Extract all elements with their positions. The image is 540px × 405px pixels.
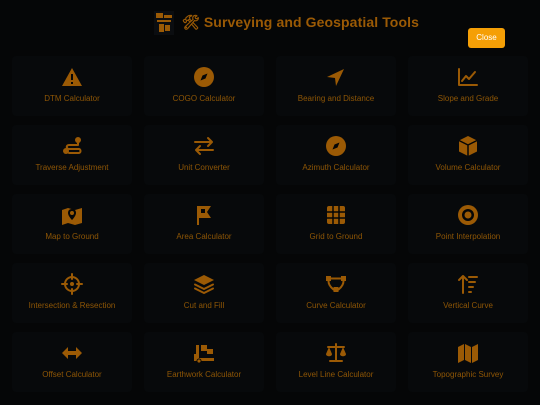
tool-card-traverse-adjustment[interactable]: Traverse Adjustment <box>12 125 132 185</box>
layers-icon <box>194 275 214 294</box>
tool-card-offset-calculator[interactable]: Offset Calculator <box>12 332 132 392</box>
flag-area-icon <box>197 206 211 225</box>
tool-card-bearing-and-distance[interactable]: Bearing and Distance <box>276 56 396 116</box>
page-title: 🛠 Surveying and Geospatial Tools <box>182 14 419 30</box>
tool-label: DTM Calculator <box>44 94 100 103</box>
tool-card-cut-and-fill[interactable]: Cut and Fill <box>144 263 264 323</box>
tool-label: Slope and Grade <box>437 94 499 103</box>
header: 🛠 Surveying and Geospatial Tools Close <box>0 0 540 52</box>
cube-icon <box>458 136 478 156</box>
tool-card-topographic-survey[interactable]: Topographic Survey <box>408 332 528 392</box>
map-icon <box>458 344 478 363</box>
tool-card-curve-calculator[interactable]: Curve Calculator <box>276 263 396 323</box>
tool-card-map-to-ground[interactable]: Map to Ground <box>12 194 132 254</box>
tools-grid: DTM Calculator COGO Calculator Bearing a… <box>10 56 534 405</box>
tool-label: Azimuth Calculator <box>302 163 370 172</box>
tool-label: Earthwork Calculator <box>166 370 242 379</box>
truck-loading-icon <box>194 345 214 364</box>
close-button[interactable]: Close <box>468 28 505 48</box>
compass-icon <box>194 67 214 87</box>
target-dot-icon <box>458 205 478 225</box>
tool-label: Map to Ground <box>45 232 99 241</box>
tool-label: Grid to Ground <box>309 232 363 241</box>
tool-card-azimuth-calculator[interactable]: Azimuth Calculator <box>276 125 396 185</box>
tool-label: Vertical Curve <box>443 301 493 310</box>
tool-card-intersection-resection[interactable]: Intersection & Resection <box>12 263 132 323</box>
tool-card-unit-converter[interactable]: Unit Converter <box>144 125 264 185</box>
tool-label: Volume Calculator <box>435 163 501 172</box>
tool-card-cogo-calculator[interactable]: COGO Calculator <box>144 56 264 116</box>
exchange-arrows-icon <box>194 137 214 155</box>
balance-scale-icon <box>326 343 346 362</box>
tool-label: Offset Calculator <box>42 370 102 379</box>
sort-arrows-icon <box>458 275 478 294</box>
tools-page: 🛠 Surveying and Geospatial Tools Close D… <box>0 0 540 405</box>
tool-label: Bearing and Distance <box>297 94 375 103</box>
tool-label: COGO Calculator <box>172 94 236 103</box>
tool-card-area-calculator[interactable]: Area Calculator <box>144 194 264 254</box>
tool-card-slope-and-grade[interactable]: Slope and Grade <box>408 56 528 116</box>
tool-label: Traverse Adjustment <box>35 163 109 172</box>
tool-label: Intersection & Resection <box>28 301 116 310</box>
tool-card-point-interpolation[interactable]: Point Interpolation <box>408 194 528 254</box>
tool-label: Point Interpolation <box>435 232 501 241</box>
tool-card-volume-calculator[interactable]: Volume Calculator <box>408 125 528 185</box>
tool-card-grid-to-ground[interactable]: Grid to Ground <box>276 194 396 254</box>
horizontal-arrows-icon <box>62 347 82 359</box>
tool-card-earthwork-calculator[interactable]: Earthwork Calculator <box>144 332 264 392</box>
crosshair-icon <box>61 273 83 295</box>
tool-label: Curve Calculator <box>306 301 366 310</box>
tool-label: Unit Converter <box>178 163 230 172</box>
tool-card-level-line-calculator[interactable]: Level Line Calculator <box>276 332 396 392</box>
tool-label: Topographic Survey <box>432 370 504 379</box>
surveyor-logo-icon <box>154 11 174 35</box>
tool-card-vertical-curve[interactable]: Vertical Curve <box>408 263 528 323</box>
grid-icon <box>327 206 345 224</box>
location-arrow-icon <box>327 69 344 86</box>
tool-label: Level Line Calculator <box>298 370 374 379</box>
tool-card-dtm-calculator[interactable]: DTM Calculator <box>12 56 132 116</box>
warning-triangle-icon <box>62 68 82 86</box>
compass-icon <box>326 136 346 156</box>
tool-label: Area Calculator <box>176 232 232 241</box>
bezier-curve-icon <box>326 276 346 292</box>
tool-label: Cut and Fill <box>183 301 225 310</box>
map-pin-icon <box>62 208 82 225</box>
route-icon <box>63 137 82 154</box>
line-chart-icon <box>458 68 478 86</box>
